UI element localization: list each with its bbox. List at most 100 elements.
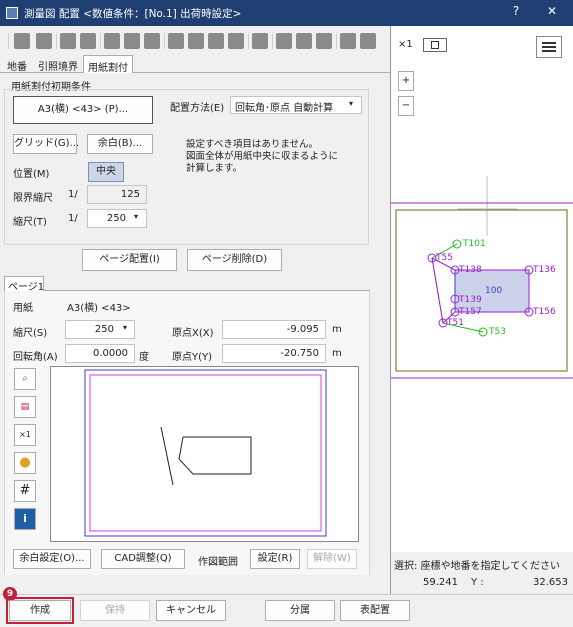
page-tab[interactable]: ページ1 bbox=[4, 276, 44, 293]
tab-paper-layout-label: 用紙割付 bbox=[88, 63, 128, 74]
close-button[interactable]: ✕ bbox=[542, 4, 562, 18]
point-label: T55 bbox=[436, 253, 453, 263]
parcel-label: 100 bbox=[485, 286, 503, 296]
point-label: T51 bbox=[447, 318, 464, 328]
origin-y-field[interactable]: -20.750 bbox=[222, 344, 326, 363]
toolbar-separator bbox=[272, 33, 273, 49]
arrow-left-icon[interactable] bbox=[316, 33, 332, 49]
edit-paper-icon[interactable]: ▤ bbox=[14, 396, 36, 418]
tab-reference-boundary[interactable]: 引照境界 bbox=[38, 58, 78, 73]
tab-chiban[interactable]: 地番 bbox=[7, 58, 27, 73]
limit-scale-field: 125 bbox=[87, 185, 147, 204]
layout-right-icon[interactable] bbox=[360, 33, 376, 49]
layout-method-select[interactable]: 回転角･原点 自動計算 ▾ bbox=[230, 96, 362, 114]
move-down-icon[interactable] bbox=[36, 33, 52, 49]
point-label: T101 bbox=[463, 239, 486, 249]
page-delete-button[interactable]: ページ削除(D) bbox=[187, 249, 282, 271]
limit-scale-label: 限界縮尺 bbox=[13, 193, 53, 204]
scale-label: 縮尺(T) bbox=[13, 217, 47, 228]
chevron-down-icon: ▾ bbox=[134, 212, 139, 221]
grid-icon[interactable]: # bbox=[14, 480, 36, 502]
limit-scale-prefix: 1/ bbox=[68, 189, 78, 200]
point-label: T157 bbox=[459, 307, 482, 317]
origin-y-label: 原点Y(Y) bbox=[172, 352, 213, 363]
tag-icon[interactable] bbox=[228, 33, 244, 49]
scale-x1-icon[interactable]: ×1 bbox=[14, 424, 36, 446]
point-label: T139 bbox=[459, 295, 482, 305]
arrow-down-icon[interactable] bbox=[296, 33, 312, 49]
chevron-down-icon: ▾ bbox=[349, 99, 354, 108]
toolbar-separator bbox=[100, 33, 101, 49]
page-place-button[interactable]: ページ配置(I) bbox=[82, 249, 177, 271]
flag-icon[interactable] bbox=[188, 33, 204, 49]
list-icon[interactable] bbox=[168, 33, 184, 49]
paper-label: 用紙 bbox=[13, 303, 33, 314]
origin-x-unit: m bbox=[332, 324, 342, 335]
position-button[interactable]: 中央 bbox=[88, 162, 124, 182]
tab-paper-layout[interactable]: 用紙割付 bbox=[83, 55, 133, 74]
point-label: T53 bbox=[489, 327, 506, 337]
hold-button: 保持 bbox=[80, 600, 150, 621]
margin-settings-button[interactable]: 余白設定(O)... bbox=[13, 549, 91, 569]
map-view[interactable]: ×1 + − T101 T55 T138 T136 100 T139 T157 … bbox=[391, 26, 573, 552]
rotation-unit: 度 bbox=[139, 352, 149, 363]
page-scale-label: 縮尺(S) bbox=[13, 328, 48, 339]
page-split-icon[interactable] bbox=[124, 33, 140, 49]
toolbar-separator bbox=[336, 33, 337, 49]
margin-button[interactable]: 余白(B)... bbox=[87, 134, 153, 154]
rotation-field[interactable]: 0.0000 bbox=[65, 344, 135, 363]
table-layout-button[interactable]: 表配置 bbox=[340, 600, 410, 621]
table-icon[interactable] bbox=[252, 33, 268, 49]
drawing-range-label: 作図範囲 bbox=[198, 557, 238, 568]
info-line-3: 計算します。 bbox=[186, 163, 243, 174]
car-icon[interactable] bbox=[80, 33, 96, 49]
status-text: 選択: 座標や地番を指定してください bbox=[394, 561, 560, 572]
layout-icon[interactable] bbox=[340, 33, 356, 49]
point-label: T138 bbox=[459, 265, 482, 275]
point-label: T156 bbox=[533, 307, 556, 317]
chevron-down-icon: ▾ bbox=[123, 323, 128, 332]
help-button[interactable]: ? bbox=[506, 4, 526, 18]
toolbar-grip bbox=[8, 33, 9, 49]
toolbar-separator bbox=[164, 33, 165, 49]
map-drawing bbox=[391, 176, 573, 379]
frame-icon[interactable] bbox=[144, 33, 160, 49]
origin-y-unit: m bbox=[332, 348, 342, 359]
grid-button[interactable]: グリッド(G)... bbox=[13, 134, 79, 154]
toolbar-separator bbox=[248, 33, 249, 49]
rotation-label: 回転角(A) bbox=[13, 352, 58, 363]
point-label: T136 bbox=[533, 265, 556, 275]
move-up-icon[interactable] bbox=[14, 33, 30, 49]
shape-icon[interactable] bbox=[208, 33, 224, 49]
info-icon[interactable]: i bbox=[14, 508, 36, 530]
arrow-up-icon[interactable] bbox=[276, 33, 292, 49]
toolbar-separator bbox=[56, 33, 57, 49]
status-bar: 選択: 座標や地番を指定してください 59.241 Y : 32.653 bbox=[391, 552, 573, 594]
layout-method-label: 配置方法(E) bbox=[170, 103, 225, 114]
page-preview[interactable] bbox=[50, 366, 359, 542]
coord-x: 59.241 bbox=[423, 577, 458, 588]
window-title: 測量図 配置 <数値条件：[No.1] 出荷時設定> bbox=[24, 8, 242, 20]
origin-x-label: 原点X(X) bbox=[172, 328, 214, 339]
page-icon[interactable] bbox=[104, 33, 120, 49]
split-button[interactable]: 分属 bbox=[265, 600, 335, 621]
scale-prefix: 1/ bbox=[68, 213, 78, 224]
create-button[interactable]: 作成 bbox=[9, 600, 71, 621]
layout-method-value: 回転角･原点 自動計算 bbox=[235, 103, 334, 114]
app-icon bbox=[6, 7, 18, 19]
position-label: 位置(M) bbox=[13, 169, 50, 180]
paper-button[interactable]: A3(横) <43> (P)... bbox=[13, 96, 153, 124]
lightbulb-icon[interactable]: ● bbox=[14, 452, 36, 474]
range-clear-button: 解除(W) bbox=[307, 549, 357, 569]
paper-value: A3(横) <43> bbox=[67, 303, 131, 314]
range-set-button[interactable]: 設定(R) bbox=[250, 549, 300, 569]
cad-adjust-button[interactable]: CAD調整(Q) bbox=[101, 549, 185, 569]
coord-y: 32.653 bbox=[533, 577, 568, 588]
title-bar: 測量図 配置 <数値条件：[No.1] 出荷時設定> ? ✕ bbox=[0, 0, 573, 26]
rotate-icon[interactable] bbox=[60, 33, 76, 49]
preview-drawing bbox=[84, 369, 327, 537]
origin-x-field[interactable]: -9.095 bbox=[222, 320, 326, 339]
zoom-icon[interactable]: ⌕ bbox=[14, 368, 36, 390]
coord-y-label: Y : bbox=[471, 577, 484, 588]
cancel-button[interactable]: キャンセル bbox=[156, 600, 226, 621]
